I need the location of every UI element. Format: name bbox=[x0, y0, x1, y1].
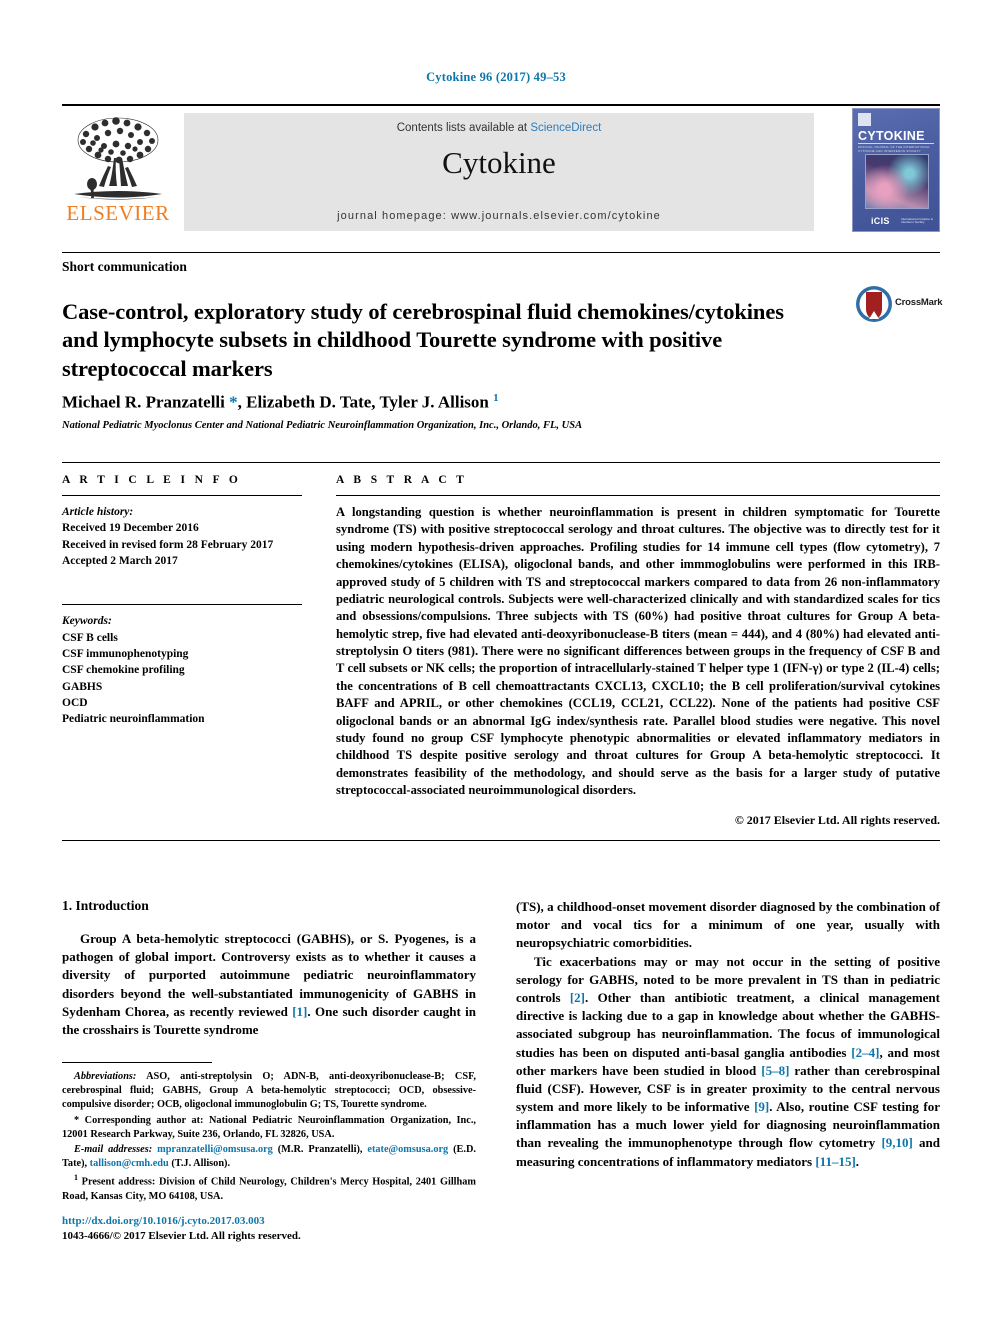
history-item: Received 19 December 2016 bbox=[62, 522, 199, 535]
abstract-copyright: © 2017 Elsevier Ltd. All rights reserved… bbox=[734, 813, 940, 828]
journal-cover-thumbnail[interactable]: CYTOKINE OFFICIAL JOURNAL OF THE INTERNA… bbox=[852, 108, 940, 232]
journal-title: Cytokine bbox=[442, 145, 556, 180]
intro-paragraph-right-1: (TS), a childhood-onset movement disorde… bbox=[516, 899, 940, 951]
author-list: Michael R. Pranzatelli *, Elizabeth D. T… bbox=[62, 392, 499, 412]
journal-homepage-link[interactable]: journal homepage: www.journals.elsevier.… bbox=[184, 210, 814, 222]
article-page: Cytokine 96 (2017) 49–53 ELSEVIER Conten… bbox=[0, 0, 992, 1323]
keywords-label: Keywords: bbox=[62, 615, 112, 628]
crossmark-badge[interactable]: CrossMark bbox=[855, 285, 945, 325]
keyword-item: CSF immunophenotyping bbox=[62, 647, 189, 660]
info-abstract-divider bbox=[62, 462, 940, 463]
body-column-left: 1. Introduction Group A beta-hemolytic s… bbox=[62, 898, 476, 1039]
abstract-heading: A B S T R A C T bbox=[336, 474, 468, 486]
crossmark-icon bbox=[856, 286, 892, 322]
keywords-rule bbox=[62, 604, 302, 606]
issn-copyright: 1043-4666/© 2017 Elsevier Ltd. All right… bbox=[62, 1230, 301, 1243]
history-item: Accepted 2 March 2017 bbox=[62, 554, 178, 567]
contents-available-line: Contents lists available at ScienceDirec… bbox=[184, 122, 814, 134]
author-affiliation: National Pediatric Myoclonus Center and … bbox=[62, 420, 583, 431]
intro-paragraph-right-2: Tic exacerbations may or may not occur i… bbox=[516, 953, 940, 1169]
page-footer: http://dx.doi.org/10.1016/j.cyto.2017.03… bbox=[62, 1214, 522, 1245]
cover-divider bbox=[858, 143, 934, 144]
cover-subline: OFFICIAL JOURNAL OF THE INTERNATIONAL CY… bbox=[858, 145, 930, 153]
email-addresses-footnote[interactable]: E-mail addresses: mpranzatelli@omsusa.or… bbox=[62, 1143, 476, 1171]
intro-paragraph-left: Group A beta-hemolytic streptococci (GAB… bbox=[62, 931, 476, 1037]
body-column-right: (TS), a childhood-onset movement disorde… bbox=[516, 898, 940, 1171]
footnotes-block: Abbreviations: ASO, anti-streptolysin O;… bbox=[62, 1070, 476, 1205]
footnote-divider bbox=[62, 1062, 212, 1063]
present-address-footnote: 1 Present address: Division of Child Neu… bbox=[62, 1173, 476, 1203]
keyword-item: OCD bbox=[62, 696, 88, 709]
page-title: Case-control, exploratory study of cereb… bbox=[62, 299, 784, 381]
article-info-heading: A R T I C L E I N F O bbox=[62, 474, 242, 486]
journal-masthead: ELSEVIER Contents lists available at Sci… bbox=[62, 104, 940, 238]
crossmark-label: CrossMark bbox=[895, 297, 943, 308]
abstract-column: A B S T R A C T A longstanding question … bbox=[336, 474, 940, 828]
corresponding-author-footnote: * Corresponding author at: National Pedi… bbox=[62, 1114, 476, 1140]
cover-imprint-subtitle: International Cytokine & Interferon Soci… bbox=[901, 216, 933, 225]
keywords-block: Keywords: CSF B cells CSF immunophenotyp… bbox=[62, 613, 302, 727]
cover-title: CYTOKINE bbox=[858, 129, 925, 143]
introduction-heading: 1. Introduction bbox=[62, 898, 149, 913]
history-item: Received in revised form 28 February 201… bbox=[62, 538, 274, 551]
abstract-bottom-divider bbox=[62, 840, 940, 841]
keyword-item: Pediatric neuroinflammation bbox=[62, 713, 205, 726]
keyword-item: CSF B cells bbox=[62, 631, 118, 644]
article-history-block: Article history: Received 19 December 20… bbox=[62, 504, 302, 569]
doi-link[interactable]: http://dx.doi.org/10.1016/j.cyto.2017.03… bbox=[62, 1214, 522, 1229]
elsevier-wordmark: ELSEVIER bbox=[66, 201, 170, 225]
cover-society-badge-icon bbox=[858, 113, 871, 126]
article-head-divider bbox=[62, 252, 940, 253]
running-head: Cytokine 96 (2017) 49–53 bbox=[426, 70, 566, 84]
cover-imprint: iCIS bbox=[871, 216, 890, 226]
abbreviations-footnote: Abbreviations: ASO, anti-streptolysin O;… bbox=[62, 1071, 476, 1111]
article-history-label: Article history: bbox=[62, 506, 134, 518]
article-type-label: Short communication bbox=[62, 259, 187, 274]
keyword-item: GABHS bbox=[62, 680, 103, 693]
sciencedirect-link[interactable]: ScienceDirect bbox=[530, 122, 601, 134]
abstract-rule bbox=[336, 495, 940, 496]
journal-band: Contents lists available at ScienceDirec… bbox=[184, 113, 814, 231]
elsevier-logo[interactable]: ELSEVIER bbox=[64, 114, 172, 226]
article-info-rule bbox=[62, 495, 302, 496]
contents-prefix: Contents lists available at bbox=[396, 122, 531, 134]
cover-microscopy-image bbox=[865, 154, 929, 209]
article-info-column: A R T I C L E I N F O Article history: R… bbox=[62, 474, 302, 728]
keyword-item: CSF chemokine profiling bbox=[62, 664, 185, 677]
abstract-text: A longstanding question is whether neuro… bbox=[336, 505, 940, 797]
